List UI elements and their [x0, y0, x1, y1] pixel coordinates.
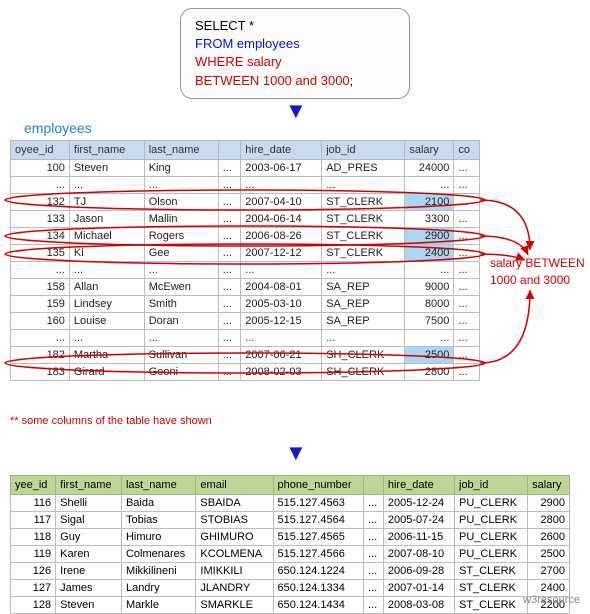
col-salary: salary: [405, 141, 454, 160]
table-row: 100StevenKing...2003-06-17AD_PRES24000..…: [11, 160, 480, 177]
col-hire-date: hire_date: [241, 141, 322, 160]
sql-select: SELECT *: [195, 18, 254, 33]
employees-table: oyee_id first_name last_name hire_date j…: [10, 140, 480, 381]
table-row: ........................: [11, 330, 480, 347]
table-row: 126IreneMikkilineniIMIKKILI650.124.1224.…: [11, 563, 570, 580]
rcol-phone: phone_number: [273, 476, 364, 495]
sql-statement: SELECT * FROM employees WHERE salary BET…: [180, 8, 410, 99]
arrow-down-icon: ▼: [285, 440, 307, 466]
watermark: w3resource: [523, 594, 580, 606]
table-row: 128StevenMarkleSMARKLE650.124.1434...200…: [11, 597, 570, 614]
rcol-hire-date: hire_date: [383, 476, 454, 495]
table-row: 183GirardGeoni...2008-02-03SH_CLERK2800.…: [11, 364, 480, 381]
table-row: 158AllanMcEwen...2004-08-01SA_REP9000...: [11, 279, 480, 296]
rcol-email: email: [196, 476, 273, 495]
table-row: 159LindseySmith...2005-03-10SA_REP8000..…: [11, 296, 480, 313]
col-last-name: last_name: [144, 141, 218, 160]
table-row: 135KiGee...2007-12-12ST_CLERK2400...: [11, 245, 480, 262]
rcol-id: yee_id: [11, 476, 56, 495]
table-row: 119KarenColmenaresKCOLMENA515.127.4566..…: [11, 546, 570, 563]
col-employee-id: oyee_id: [11, 141, 70, 160]
table-row: ........................: [11, 262, 480, 279]
between-line2: 1000 and 3000: [490, 273, 570, 287]
between-line1: salary BETWEEN: [490, 256, 585, 270]
sql-where: WHERE salary: [195, 54, 282, 69]
sql-between: BETWEEN 1000 and 3000: [195, 73, 350, 88]
table-row: 127JamesLandryJLANDRY650.124.1334...2007…: [11, 580, 570, 597]
sql-from: FROM employees: [195, 36, 300, 51]
arrow-down-icon: ▼: [285, 98, 307, 124]
table-row: 134MichaelRogers...2006-08-26ST_CLERK290…: [11, 228, 480, 245]
employees-label: employees: [24, 120, 92, 136]
between-annotation: salary BETWEEN 1000 and 3000: [490, 255, 585, 289]
col-first-name: first_name: [69, 141, 144, 160]
table-row: ........................: [11, 177, 480, 194]
col-cut: co: [454, 141, 480, 160]
col-gap1: [218, 141, 241, 160]
col-job-id: job_id: [322, 141, 405, 160]
table-row: 116ShelliBaidaSBAIDA515.127.4563...2005-…: [11, 495, 570, 512]
table-row: 133JasonMallin...2004-06-14ST_CLERK3300.…: [11, 211, 480, 228]
rcol-gap: [364, 476, 384, 495]
table-row: 132TJOlson...2007-04-10ST_CLERK2100...: [11, 194, 480, 211]
columns-note: ** some columns of the table have shown: [10, 415, 212, 427]
rcol-first-name: first_name: [56, 476, 122, 495]
sql-semicolon: ;: [350, 73, 354, 88]
table-row: 160LouiseDoran...2005-12-15SA_REP7500...: [11, 313, 480, 330]
table-row: 182MarthaSullivan...2007-06-21SH_CLERK25…: [11, 347, 480, 364]
rcol-salary: salary: [528, 476, 570, 495]
result-table: yee_id first_name last_name email phone_…: [10, 475, 570, 614]
rcol-job-id: job_id: [455, 476, 528, 495]
table-row: 118GuyHimuroGHIMURO515.127.4565...2006-1…: [11, 529, 570, 546]
table-row: 117SigalTobiasSTOBIAS515.127.4564...2005…: [11, 512, 570, 529]
rcol-last-name: last_name: [121, 476, 195, 495]
